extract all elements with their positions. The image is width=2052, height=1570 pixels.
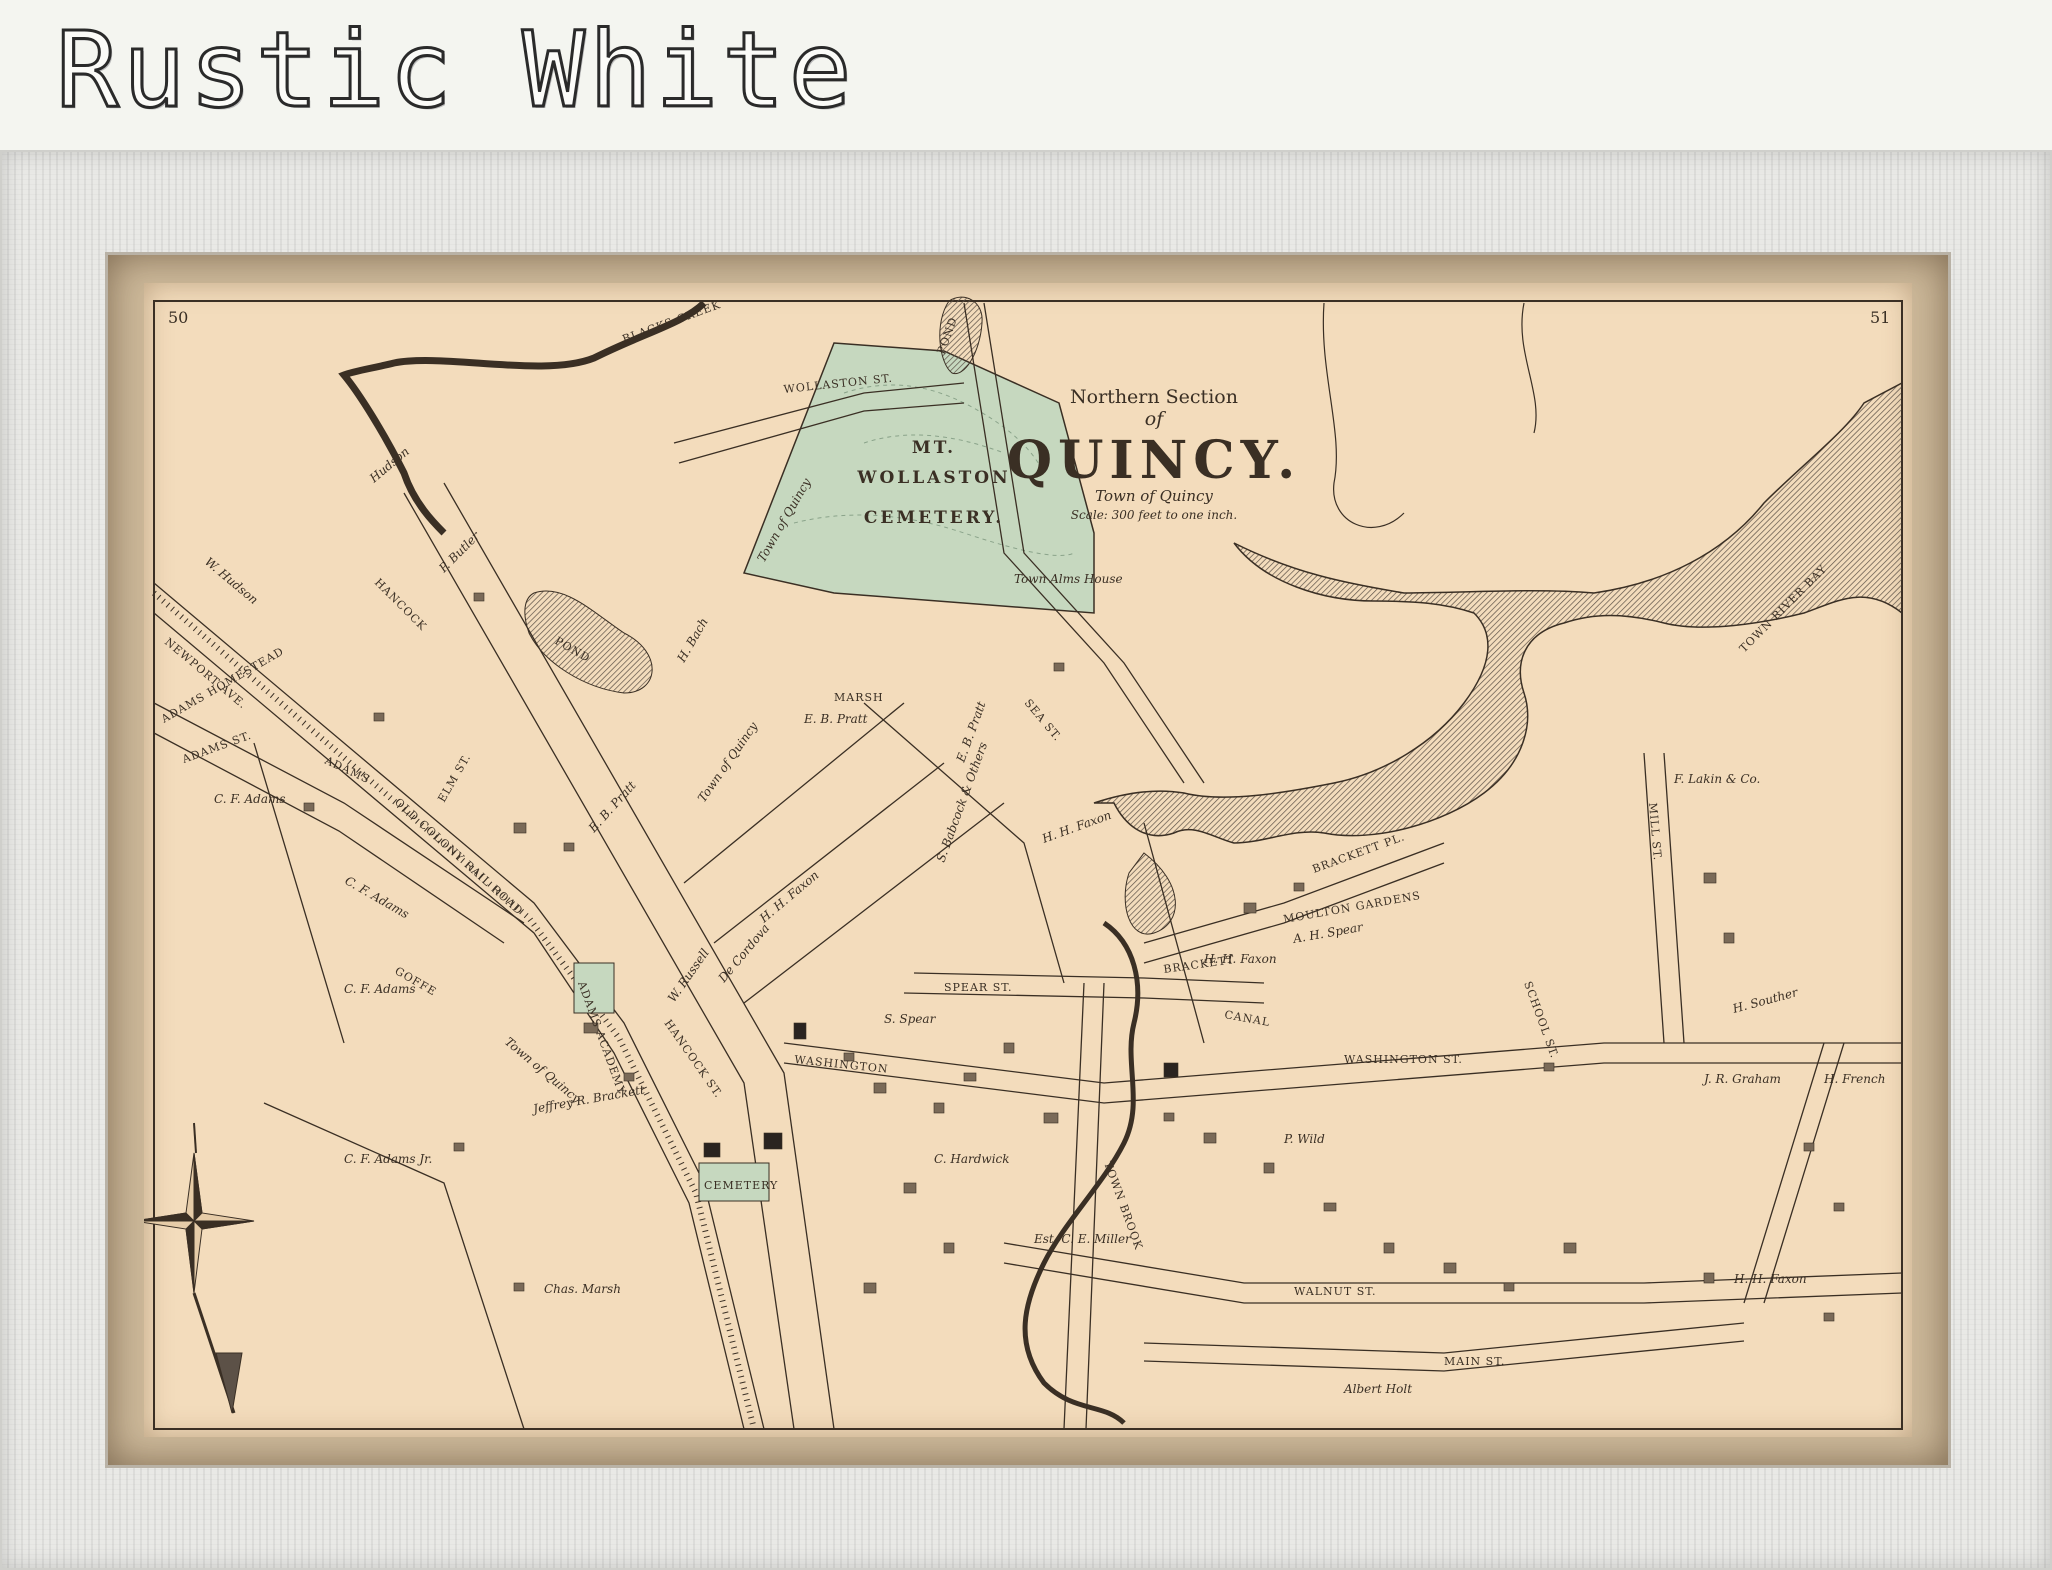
main-st-label: MAIN ST.	[1444, 1355, 1505, 1368]
owner-h-bach: H. Bach	[674, 615, 711, 665]
label-marsh: MARSH	[834, 691, 884, 704]
owner-cf-adams-jr: C. F. Adams Jr.	[344, 1152, 432, 1166]
inlet-pond	[1124, 852, 1176, 935]
owner-jeffrey-brackett: Jeffrey R. Brackett	[529, 1083, 646, 1117]
railroad-track	[152, 590, 757, 1430]
owner-s-spear: S. Spear	[884, 1012, 937, 1026]
owner-c-hardwick: C. Hardwick	[934, 1152, 1010, 1166]
owner-p-wild: P. Wild	[1283, 1132, 1325, 1146]
owner-cf-adams-2: C. F. Adams	[343, 873, 412, 921]
map-scale: Scale: 300 feet to one inch.	[1071, 508, 1237, 522]
owner-hh-faxon-sw: H. H. Faxon	[1733, 1272, 1807, 1286]
washington-label: WASHINGTON	[794, 1053, 889, 1076]
owner-h-french: H. French	[1823, 1072, 1885, 1086]
adams-st-label: ADAMS ST.	[180, 729, 254, 766]
owner-eb-pratt-2: E. B. Pratt	[803, 712, 868, 726]
owner-albert-holt: Albert Holt	[1343, 1382, 1412, 1396]
header-bar: Rustic White	[0, 0, 2052, 150]
page-number-left: 50	[168, 308, 188, 327]
owner-hh-faxon-2: H. H. Faxon	[756, 868, 821, 926]
owner-est-ce-miller: Est. C. E. Miller	[1033, 1232, 1132, 1246]
hancock-label: HANCOCK	[372, 576, 429, 633]
map-title-line1: Northern Section	[1070, 386, 1238, 408]
owner-fp-lakin: F. Lakin & Co.	[1673, 772, 1760, 786]
mill-st-label: MILL ST.	[1646, 802, 1664, 861]
owner-w-hudson: W. Hudson	[202, 555, 261, 607]
walnut-st-label: WALNUT ST.	[1294, 1285, 1377, 1298]
spear-st-label: SPEAR ST.	[944, 981, 1012, 994]
owner-de-cordova: De Cordova	[715, 921, 772, 986]
hancock-st-label: HANCOCK ST.	[662, 1017, 726, 1100]
owner-h-souther: H. Souther	[1730, 985, 1800, 1016]
map-subtitle: Town of Quincy	[1095, 487, 1213, 505]
map-title-main: QUINCY.	[1007, 430, 1301, 491]
cemetery-label-2: WOLLASTON	[856, 468, 1010, 488]
label-cemetery-small: CEMETERY	[704, 1179, 778, 1192]
sea-st-label: SEA ST.	[1022, 697, 1065, 744]
owner-w-russell: W. Russell	[665, 946, 712, 1005]
blacks-creek-label: BLACKS CREEK	[621, 298, 723, 346]
compass-rose	[144, 1122, 255, 1414]
page-number-right: 51	[1870, 308, 1890, 327]
pond-left	[524, 590, 653, 694]
map-print: 50 51 Northern Section of QUINCY. Town o…	[144, 283, 1912, 1437]
frame-style-title: Rustic White	[54, 9, 856, 131]
owner-cf-adams-1: C. F. Adams	[214, 792, 286, 806]
blacks-creek	[338, 300, 707, 536]
cemetery-label-1: MT.	[912, 438, 956, 458]
label-town-of-quincy-2: Town of Quincy	[695, 719, 761, 804]
frame-mat: 50 51 Northern Section of QUINCY. Town o…	[108, 255, 1948, 1465]
map-title-of: of	[1145, 408, 1166, 430]
label-town-of-quincy-3: Town of Quincy	[502, 1035, 583, 1106]
owner-chas-marsh: Chas. Marsh	[544, 1282, 621, 1296]
label-town-alms-house: Town Alms House	[1014, 572, 1123, 586]
canal-label: CANAL	[1223, 1008, 1271, 1029]
washington-st-label: WASHINGTON ST.	[1344, 1053, 1463, 1066]
owner-jr-graham: J. R. Graham	[1701, 1072, 1781, 1086]
cemetery-label-3: CEMETERY.	[864, 508, 1004, 528]
owner-hh-faxon-3: H. H. Faxon	[1203, 952, 1277, 966]
upland-streams	[1322, 302, 1537, 529]
owner-hh-faxon-1: H. H. Faxon	[1039, 808, 1113, 846]
adams-label: ADAMS	[322, 754, 372, 787]
owner-cf-adams-3: C. F. Adams	[344, 982, 416, 996]
old-colony-railroad-label: OLD COLONY RAIL ROAD	[392, 796, 526, 918]
owner-ah-spear: A. H. Spear	[1291, 920, 1365, 946]
brackett-pl-label: BRACKETT PL.	[1311, 830, 1407, 876]
elm-st-label: ELM ST.	[435, 751, 473, 804]
label-moulton-gardens: MOULTON GARDENS	[1282, 889, 1422, 926]
quincy-map: 50 51 Northern Section of QUINCY. Town o…	[144, 296, 1903, 1430]
owner-p-butler: P. Butler	[436, 528, 484, 576]
